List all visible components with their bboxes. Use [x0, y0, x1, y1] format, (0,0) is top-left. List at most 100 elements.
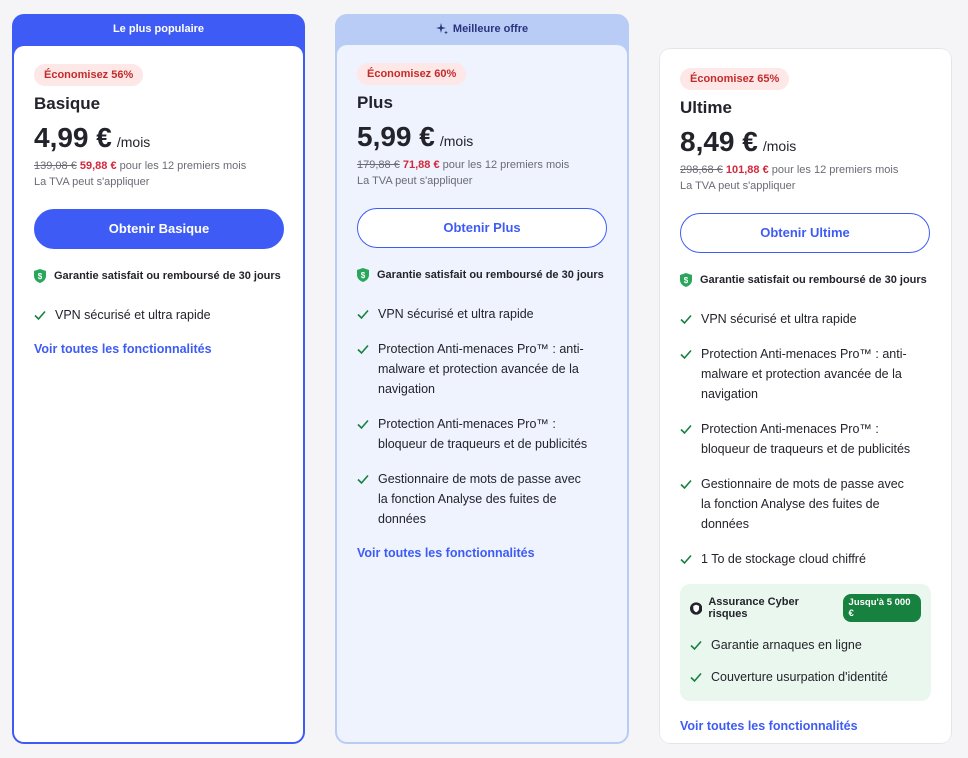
plan-card-plus: Meilleure offre Économisez 60% Plus 5,99…: [335, 14, 629, 744]
check-icon: [357, 309, 369, 320]
feature-text: Protection Anti-menaces Pro™ : bloqueur …: [701, 422, 911, 456]
money-back-guarantee: $ Garantie satisfait ou remboursé de 30 …: [357, 268, 607, 282]
feature-list: VPN sécurisé et ultra rapide Protection …: [357, 304, 607, 529]
guarantee-text: Garantie satisfait ou remboursé de 30 jo…: [700, 274, 927, 286]
feature-item: Protection Anti-menaces Pro™ : anti-malw…: [680, 344, 931, 404]
billing-period-note: pour les 12 premiers mois: [771, 164, 899, 176]
check-icon: [680, 314, 692, 325]
check-icon: [690, 640, 702, 651]
check-icon: [34, 310, 46, 321]
plan-banner: Le plus populaire: [112, 23, 205, 35]
check-icon: [357, 474, 369, 485]
price-period: /mois: [762, 138, 797, 154]
plan-card-body: Économisez 65% Ultime 8,49 € /mois 298,6…: [660, 49, 951, 743]
feature-text: Protection Anti-menaces Pro™ : anti-malw…: [378, 342, 584, 396]
check-icon: [357, 419, 369, 430]
money-back-guarantee: $ Garantie satisfait ou remboursé de 30 …: [680, 273, 931, 287]
money-back-guarantee: $ Garantie satisfait ou remboursé de 30 …: [34, 269, 283, 283]
get-plus-button[interactable]: Obtenir Plus: [357, 208, 607, 248]
see-all-features-link[interactable]: Voir toutes les fonctionnalités: [357, 546, 535, 560]
check-icon: [680, 349, 692, 360]
price-period: /mois: [116, 134, 151, 150]
shield-dollar-icon: $: [34, 269, 46, 283]
banner-text: Meilleure offre: [452, 23, 529, 35]
plan-name: Basique: [34, 94, 101, 113]
feature-list: VPN sécurisé et ultra rapide: [34, 305, 283, 325]
discount-badge: Économisez 60%: [357, 63, 467, 85]
check-icon: [357, 344, 369, 355]
shield-dollar-icon: $: [357, 268, 369, 282]
guarantee-text: Garantie satisfait ou remboursé de 30 jo…: [54, 270, 281, 282]
monthly-price: 5,99 €: [357, 121, 435, 152]
discounted-price: 101,88 €: [725, 164, 769, 176]
plan-name: Plus: [357, 93, 393, 112]
original-price: 298,68 €: [680, 164, 723, 176]
see-all-features-link[interactable]: Voir toutes les fonctionnalités: [680, 719, 858, 733]
feature-item: VPN sécurisé et ultra rapide: [34, 305, 283, 325]
feature-text: Gestionnaire de mots de passe avec la fo…: [378, 472, 581, 526]
insurance-list: Garantie arnaques en ligne Couverture us…: [690, 635, 921, 687]
cyber-insurance-box: Assurance Cyber risques Jusqu'à 5 000 € …: [680, 584, 931, 701]
feature-list: VPN sécurisé et ultra rapide Protection …: [680, 309, 931, 569]
feature-item: 1 To de stockage cloud chiffré: [680, 549, 931, 569]
feature-item: Protection Anti-menaces Pro™ : bloqueur …: [357, 414, 607, 454]
plan-card-basique: Le plus populaire Économisez 56% Basique…: [12, 14, 305, 744]
plan-card-ultime: Économisez 65% Ultime 8,49 € /mois 298,6…: [659, 48, 952, 744]
insurance-item: Couverture usurpation d'identité: [690, 667, 921, 687]
price-period: /mois: [439, 133, 474, 149]
see-all-features-link[interactable]: Voir toutes les fonctionnalités: [34, 342, 212, 356]
insurance-item-text: Garantie arnaques en ligne: [711, 638, 862, 652]
get-basique-button[interactable]: Obtenir Basique: [34, 209, 284, 249]
feature-item: Protection Anti-menaces Pro™ : anti-malw…: [357, 339, 607, 399]
billing-line: 139,08 € 59,88 € pour les 12 premiers mo…: [34, 160, 283, 172]
feature-text: Protection Anti-menaces Pro™ : bloqueur …: [378, 417, 588, 451]
insurance-item: Garantie arnaques en ligne: [690, 635, 921, 655]
discount-badge: Économisez 56%: [34, 64, 144, 86]
plan-card-body: Économisez 60% Plus 5,99 € /mois 179,88 …: [337, 45, 627, 742]
check-icon: [680, 424, 692, 435]
get-ultime-button[interactable]: Obtenir Ultime: [680, 213, 930, 253]
svg-text:$: $: [38, 272, 43, 281]
vat-note: La TVA peut s'appliquer: [680, 180, 796, 192]
monthly-price: 4,99 €: [34, 122, 112, 153]
price-row: 8,49 € /mois: [680, 126, 931, 158]
check-icon: [680, 479, 692, 490]
guarantee-text: Garantie satisfait ou remboursé de 30 jo…: [377, 269, 604, 281]
insurance-item-text: Couverture usurpation d'identité: [711, 670, 888, 684]
feature-text: Gestionnaire de mots de passe avec la fo…: [701, 477, 904, 531]
vat-note: La TVA peut s'appliquer: [34, 176, 150, 188]
feature-text: 1 To de stockage cloud chiffré: [701, 552, 866, 566]
feature-text: VPN sécurisé et ultra rapide: [701, 312, 857, 326]
vat-note: La TVA peut s'appliquer: [357, 175, 473, 187]
discounted-price: 71,88 €: [402, 159, 440, 171]
feature-item: VPN sécurisé et ultra rapide: [680, 309, 931, 329]
discount-badge: Économisez 65%: [680, 68, 790, 90]
price-row: 4,99 € /mois: [34, 122, 283, 154]
coverage-badge: Jusqu'à 5 000 €: [842, 594, 921, 622]
check-icon: [680, 554, 692, 565]
monthly-price: 8,49 €: [680, 126, 758, 157]
billing-line: 179,88 € 71,88 € pour les 12 premiers mo…: [357, 159, 607, 171]
sparkle-icon: [435, 23, 448, 35]
discounted-price: 59,88 €: [79, 160, 117, 172]
plan-name: Ultime: [680, 98, 732, 117]
billing-period-note: pour les 12 premiers mois: [119, 160, 247, 172]
check-icon: [690, 672, 702, 683]
price-row: 5,99 € /mois: [357, 121, 607, 153]
original-price: 139,08 €: [34, 160, 77, 172]
feature-item: VPN sécurisé et ultra rapide: [357, 304, 607, 324]
billing-period-note: pour les 12 premiers mois: [442, 159, 570, 171]
insurance-shield-icon: [690, 601, 703, 615]
original-price: 179,88 €: [357, 159, 400, 171]
shield-dollar-icon: $: [680, 273, 692, 287]
feature-text: VPN sécurisé et ultra rapide: [378, 307, 534, 321]
feature-text: VPN sécurisé et ultra rapide: [55, 308, 211, 322]
feature-item: Gestionnaire de mots de passe avec la fo…: [680, 474, 931, 534]
plan-banner: Meilleure offre: [335, 14, 629, 44]
feature-item: Protection Anti-menaces Pro™ : bloqueur …: [680, 419, 931, 459]
feature-item: Gestionnaire de mots de passe avec la fo…: [357, 469, 607, 529]
svg-text:$: $: [361, 271, 366, 280]
plan-card-body: Économisez 56% Basique 4,99 € /mois 139,…: [14, 46, 303, 742]
insurance-title: Assurance Cyber risques: [708, 596, 799, 620]
feature-text: Protection Anti-menaces Pro™ : anti-malw…: [701, 347, 907, 401]
